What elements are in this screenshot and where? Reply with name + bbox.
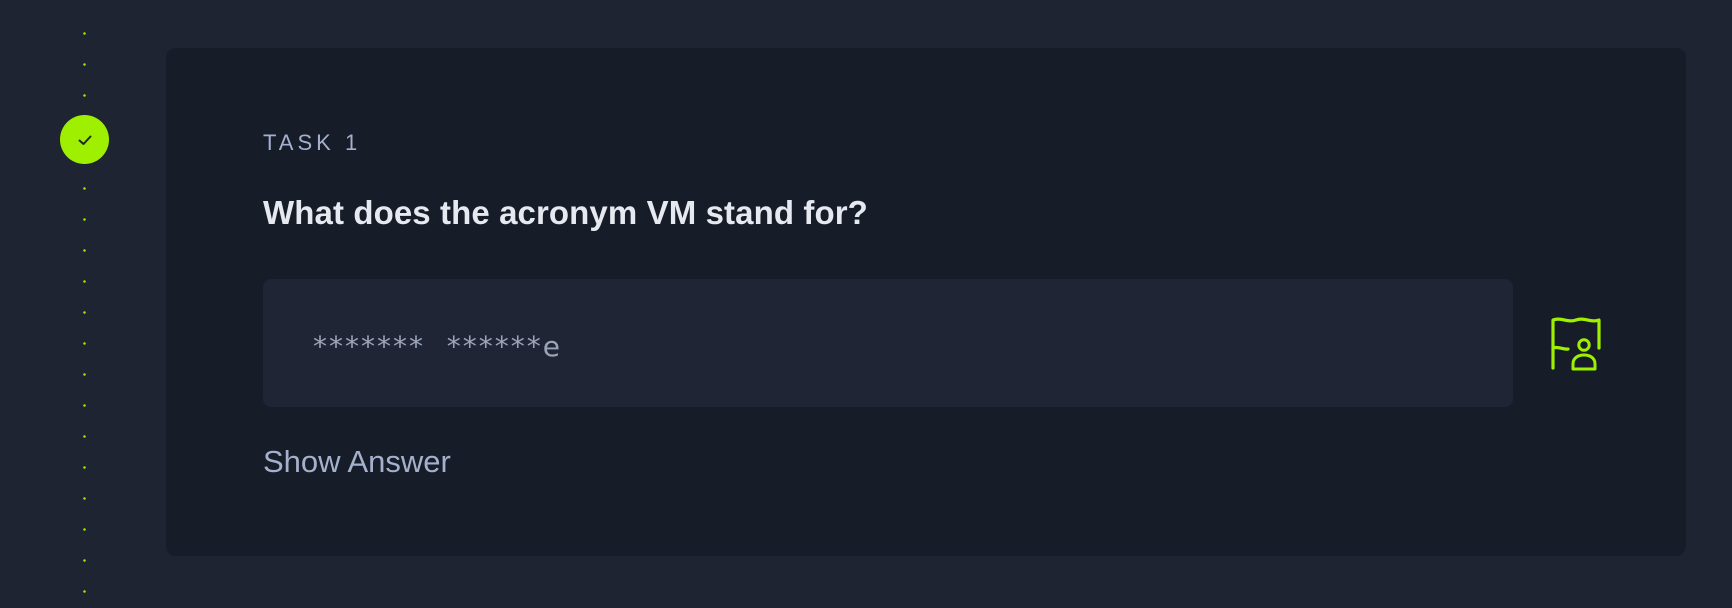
task-card: TASK 1 What does the acronym VM stand fo… bbox=[166, 48, 1686, 556]
answer-masked-value: ******* ******e bbox=[313, 329, 563, 363]
check-icon bbox=[78, 135, 91, 145]
show-answer-link[interactable]: Show Answer bbox=[263, 444, 451, 480]
submit-flag-button[interactable] bbox=[1546, 314, 1606, 374]
page: TASK 1 What does the acronym VM stand fo… bbox=[0, 0, 1732, 608]
task-completed-indicator bbox=[60, 115, 109, 164]
answer-field[interactable]: ******* ******e bbox=[263, 279, 1513, 407]
flag-user-icon bbox=[1551, 317, 1601, 371]
task-question: What does the acronym VM stand for? bbox=[263, 194, 868, 231]
task-label: TASK 1 bbox=[263, 130, 362, 155]
